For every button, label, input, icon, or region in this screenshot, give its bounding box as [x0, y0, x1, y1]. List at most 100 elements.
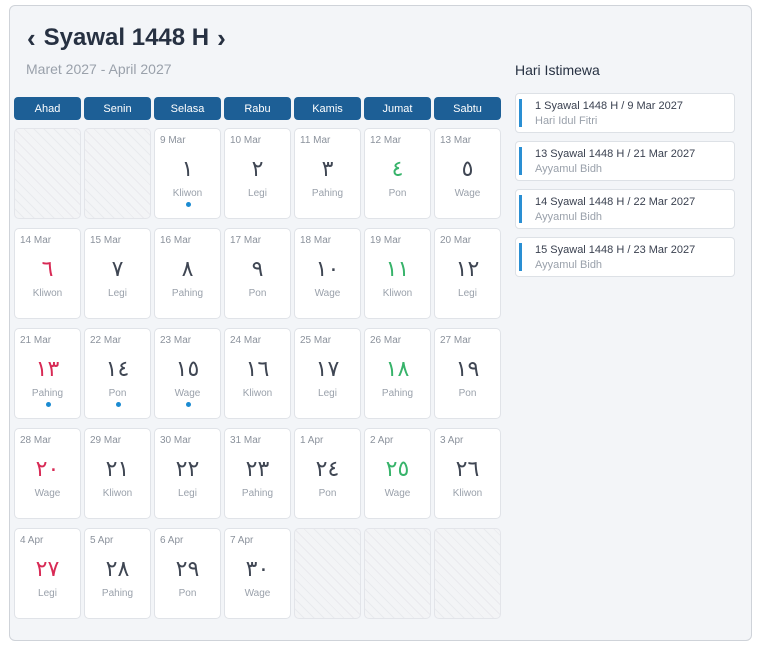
gregorian-date: 18 Mar — [300, 235, 332, 246]
day-cell[interactable]: 9 Mar ١ Kliwon — [154, 128, 221, 219]
special-day-title: 1 Syawal 1448 H / 9 Mar 2027 — [535, 100, 683, 112]
pasaran-label: Wage — [244, 588, 271, 599]
hijri-day-number: ٢٨ — [105, 557, 130, 582]
empty-day-cell — [294, 528, 361, 619]
day-cell[interactable]: 1 Apr ٢٤ Pon — [294, 428, 361, 519]
week-row: 4 Apr ٢٧ Legi 5 Apr ٢٨ Pahing 6 Apr ٢٩ Pon 7 Apr ٣… — [14, 528, 502, 619]
pasaran-label: Pon — [318, 488, 337, 499]
day-cell[interactable]: 23 Mar ١٥ Wage — [154, 328, 221, 419]
pasaran-label: Kliwon — [242, 388, 273, 399]
special-day-card[interactable]: 1 Syawal 1448 H / 9 Mar 2027 Hari Idul Fi… — [515, 93, 735, 133]
day-cell[interactable]: 13 Mar ٥ Wage — [434, 128, 501, 219]
hijri-day-number: ١٠ — [315, 257, 340, 282]
day-cell[interactable]: 11 Mar ٣ Pahing — [294, 128, 361, 219]
gregorian-date: 11 Mar — [300, 135, 331, 146]
hijri-day-number: ٩ — [251, 257, 264, 282]
special-day-card[interactable]: 13 Syawal 1448 H / 21 Mar 2027 Ayyamul Bi… — [515, 141, 735, 181]
hijri-day-number: ١١ — [385, 257, 410, 282]
hijri-day-number: ٧ — [111, 257, 124, 282]
day-cell[interactable]: 7 Apr ٣٠ Wage — [224, 528, 291, 619]
week-row: 9 Mar ١ Kliwon 10 Mar ٢ Legi 11 Mar ٣ Pahing 12 M… — [14, 128, 502, 219]
day-cell[interactable]: 2 Apr ٢٥ Wage — [364, 428, 431, 519]
pasaran-label: Pon — [178, 588, 197, 599]
gregorian-date: 2 Apr — [370, 435, 394, 446]
day-cell[interactable]: 3 Apr ٢٦ Kliwon — [434, 428, 501, 519]
pasaran-label: Kliwon — [382, 288, 413, 299]
pasaran-label: Pahing — [381, 388, 414, 399]
gregorian-range: Maret 2027 - April 2027 — [26, 61, 172, 77]
pasaran-label: Pon — [108, 388, 127, 399]
accent-bar — [519, 195, 522, 223]
gregorian-date: 25 Mar — [300, 335, 332, 346]
special-day-subtitle: Ayyamul Bidh — [535, 163, 603, 175]
hijri-day-number: ٢٠ — [35, 457, 60, 482]
day-cell[interactable]: 24 Mar ١٦ Kliwon — [224, 328, 291, 419]
hijri-day-number: ١٨ — [385, 357, 410, 382]
empty-day-cell — [84, 128, 151, 219]
day-cell[interactable]: 17 Mar ٩ Pon — [224, 228, 291, 319]
day-cell[interactable]: 19 Mar ١١ Kliwon — [364, 228, 431, 319]
gregorian-date: 20 Mar — [440, 235, 472, 246]
day-cell[interactable]: 27 Mar ١٩ Pon — [434, 328, 501, 419]
pasaran-label: Pon — [458, 388, 477, 399]
gregorian-date: 10 Mar — [230, 135, 262, 146]
special-day-subtitle: Ayyamul Bidh — [535, 211, 603, 223]
special-day-card[interactable]: 15 Syawal 1448 H / 23 Mar 2027 Ayyamul Bi… — [515, 237, 735, 277]
pasaran-label: Pahing — [101, 588, 134, 599]
hijri-day-number: ١٤ — [105, 357, 130, 382]
day-cell[interactable]: 21 Mar ١٣ Pahing — [14, 328, 81, 419]
day-cell[interactable]: 22 Mar ١٤ Pon — [84, 328, 151, 419]
day-cell[interactable]: 18 Mar ١٠ Wage — [294, 228, 361, 319]
hijri-day-number: ٣ — [321, 157, 334, 182]
week-row: 14 Mar ٦ Kliwon 15 Mar ٧ Legi 16 Mar ٨ Pahing 17 … — [14, 228, 502, 319]
day-cell[interactable]: 16 Mar ٨ Pahing — [154, 228, 221, 319]
hijri-day-number: ٢٦ — [455, 457, 480, 482]
pasaran-label: Kliwon — [452, 488, 483, 499]
day-cell[interactable]: 15 Mar ٧ Legi — [84, 228, 151, 319]
hijri-day-number: ٥ — [461, 157, 474, 182]
gregorian-date: 12 Mar — [370, 135, 402, 146]
pasaran-label: Legi — [178, 488, 197, 499]
pasaran-label: Wage — [384, 488, 411, 499]
day-cell[interactable]: 5 Apr ٢٨ Pahing — [84, 528, 151, 619]
calendar-header: ‹ Syawal 1448 H › — [27, 24, 226, 52]
day-cell[interactable]: 6 Apr ٢٩ Pon — [154, 528, 221, 619]
day-cell[interactable]: 4 Apr ٢٧ Legi — [14, 528, 81, 619]
day-cell[interactable]: 10 Mar ٢ Legi — [224, 128, 291, 219]
pasaran-label: Kliwon — [102, 488, 133, 499]
gregorian-date: 28 Mar — [20, 435, 52, 446]
pasaran-label: Wage — [174, 388, 201, 399]
hijri-day-number: ٢٧ — [35, 557, 60, 582]
gregorian-date: 21 Mar — [20, 335, 52, 346]
chevron-left-icon[interactable]: ‹ — [27, 25, 36, 51]
day-cell[interactable]: 29 Mar ٢١ Kliwon — [84, 428, 151, 519]
hijri-day-number: ١٦ — [245, 357, 270, 382]
gregorian-date: 7 Apr — [230, 535, 254, 546]
day-cell[interactable]: 20 Mar ١٢ Legi — [434, 228, 501, 319]
chevron-right-icon[interactable]: › — [217, 25, 226, 51]
special-day-card[interactable]: 14 Syawal 1448 H / 22 Mar 2027 Ayyamul Bi… — [515, 189, 735, 229]
day-cell[interactable]: 14 Mar ٦ Kliwon — [14, 228, 81, 319]
day-cell[interactable]: 30 Mar ٢٢ Legi — [154, 428, 221, 519]
gregorian-date: 1 Apr — [300, 435, 324, 446]
day-cell[interactable]: 28 Mar ٢٠ Wage — [14, 428, 81, 519]
special-day-subtitle: Ayyamul Bidh — [535, 259, 603, 271]
day-cell[interactable]: 26 Mar ١٨ Pahing — [364, 328, 431, 419]
day-cell[interactable]: 12 Mar ٤ Pon — [364, 128, 431, 219]
hijri-day-number: ٨ — [181, 257, 194, 282]
day-cell[interactable]: 25 Mar ١٧ Legi — [294, 328, 361, 419]
weekday-header-row: Ahad Senin Selasa Rabu Kamis Jumat Sabtu — [14, 97, 502, 120]
hijri-day-number: ٢٢ — [175, 457, 200, 482]
hijri-day-number: ٤ — [391, 157, 404, 182]
accent-bar — [519, 99, 522, 127]
gregorian-date: 19 Mar — [370, 235, 402, 246]
gregorian-date: 26 Mar — [370, 335, 402, 346]
calendar-grid: Ahad Senin Selasa Rabu Kamis Jumat Sabtu 9 Mar… — [14, 97, 502, 619]
hijri-day-number: ١٣ — [35, 357, 60, 382]
pasaran-label: Kliwon — [32, 288, 63, 299]
pasaran-label: Legi — [458, 288, 477, 299]
hijri-day-number: ١٧ — [315, 357, 340, 382]
day-cell[interactable]: 31 Mar ٢٣ Pahing — [224, 428, 291, 519]
special-day-subtitle: Hari Idul Fitri — [535, 115, 598, 127]
pasaran-label: Pon — [388, 188, 407, 199]
